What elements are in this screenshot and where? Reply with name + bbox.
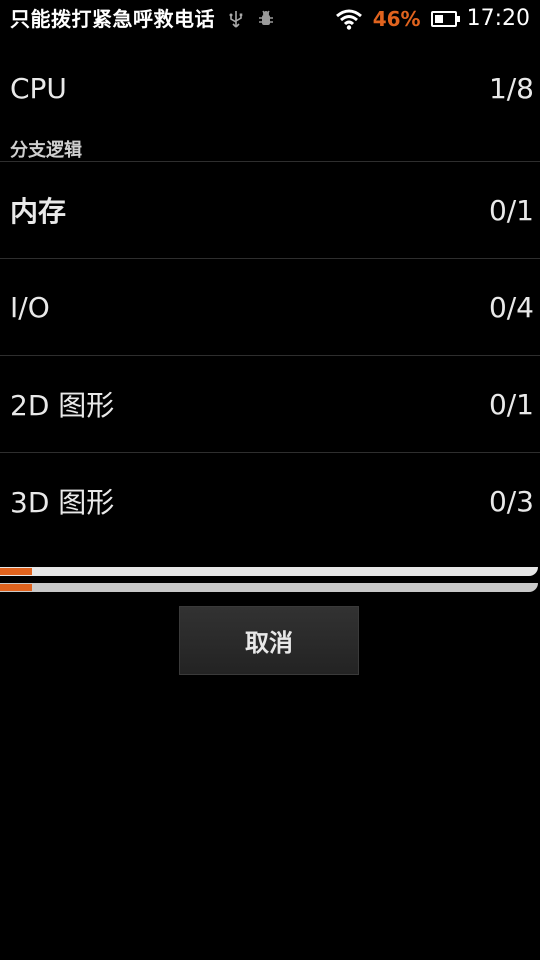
progress-fill <box>0 568 32 575</box>
battery-icon <box>430 11 460 27</box>
overall-progress-bar <box>0 567 540 576</box>
memory-value: 0/1 <box>488 193 534 227</box>
io-row: I/O 0/4 <box>0 259 540 355</box>
memory-row: 内存 0/1 <box>0 162 540 258</box>
current-progress-bar <box>0 583 540 592</box>
usb-icon <box>227 10 245 28</box>
graphics-3d-label: 3D 图形 <box>10 486 115 519</box>
graphics-2d-label: 2D 图形 <box>10 389 115 422</box>
graphics-2d-value: 0/1 <box>488 387 534 421</box>
progress-track <box>0 583 538 592</box>
carrier-text: 只能拨打紧急呼救电话 <box>10 7 215 31</box>
battery-fill <box>434 15 443 23</box>
graphics-3d-value: 0/3 <box>488 484 534 518</box>
status-bar: 只能拨打紧急呼救电话 46% 17:20 <box>0 0 540 38</box>
battery-nub <box>456 16 460 22</box>
cpu-row: CPU 1/8 <box>0 58 540 118</box>
wifi-icon <box>335 8 363 30</box>
section-header: 分支逻辑 <box>10 140 82 161</box>
status-right: 46% 17:20 <box>335 6 530 32</box>
memory-label: 内存 <box>10 195 67 228</box>
io-label: I/O <box>10 290 50 324</box>
graphics-3d-row: 3D 图形 0/3 <box>0 453 540 549</box>
cancel-button[interactable]: 取消 <box>179 606 359 675</box>
graphics-2d-row: 2D 图形 0/1 <box>0 356 540 452</box>
progress-fill <box>0 584 32 591</box>
debug-icon <box>257 10 275 28</box>
battery-percent: 46% <box>372 7 421 31</box>
cpu-label: CPU <box>10 71 67 105</box>
status-left: 只能拨打紧急呼救电话 <box>10 6 275 32</box>
progress-track <box>0 567 538 576</box>
io-value: 0/4 <box>488 290 534 324</box>
cpu-value: 1/8 <box>488 71 534 105</box>
clock: 17:20 <box>466 6 530 31</box>
